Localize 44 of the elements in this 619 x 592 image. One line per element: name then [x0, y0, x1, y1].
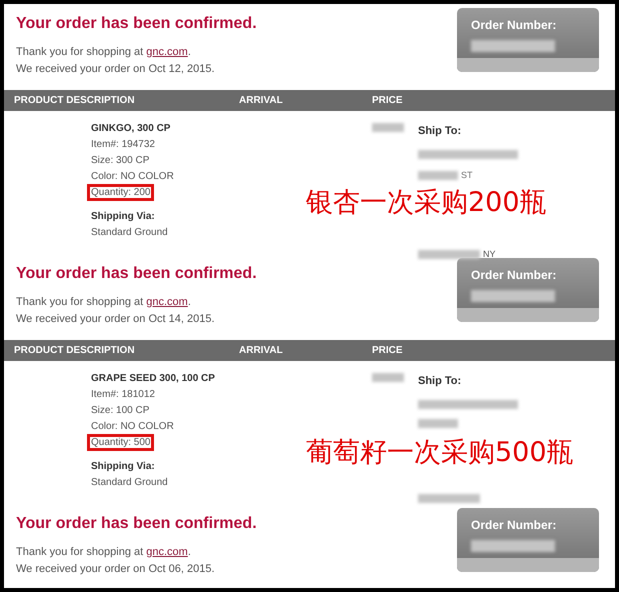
column-header: PRODUCT DESCRIPTION [13, 344, 136, 358]
store-link[interactable]: gnc.com [146, 546, 188, 558]
address-fragment: NY [483, 248, 496, 261]
thank-you-text: Thank you for shopping at gnc.com. [16, 295, 192, 310]
period-text: . [188, 46, 191, 58]
order-date-text: We received your order on Oct 06, 2015. [16, 562, 216, 577]
ship-to-label: Ship To: [418, 124, 462, 139]
shipping-via-label: Shipping Via: [91, 460, 156, 474]
shipping-via-label: Shipping Via: [91, 210, 156, 224]
column-header: ARRIVAL [239, 344, 284, 358]
annotation-text: 银杏一次采购200瓶 [306, 186, 547, 220]
annotation-text: 葡萄籽一次采购500瓶 [306, 436, 574, 470]
order-number-label: Order Number: [470, 267, 558, 284]
thank-you-text: Thank you for shopping at gnc.com. [16, 545, 192, 560]
store-link[interactable]: gnc.com [146, 296, 188, 308]
order-number-label: Order Number: [470, 17, 558, 34]
column-header: PRICE [372, 344, 403, 358]
store-link[interactable]: gnc.com [146, 46, 188, 58]
product-detail: Color: NO COLOR [91, 420, 175, 434]
confirmation-title: Your order has been confirmed. [16, 264, 257, 284]
confirmation-title: Your order has been confirmed. [16, 514, 257, 534]
column-header: PRICE [372, 94, 403, 108]
product-detail: Size: 100 CP [91, 404, 150, 418]
order-date-text: We received your order on Oct 12, 2015. [16, 62, 216, 77]
product-detail: Color: NO COLOR [91, 170, 175, 184]
product-detail: Item#: 181012 [91, 388, 156, 402]
thank-you-text: Thank you for shopping at gnc.com. [16, 45, 192, 60]
quantity-text: Quantity: 500 [90, 437, 152, 448]
quantity-text: Quantity: 200 [90, 187, 152, 198]
period-text: . [188, 296, 191, 308]
order-date-text: We received your order on Oct 14, 2015. [16, 312, 216, 327]
period-text: . [188, 546, 191, 558]
column-header: ARRIVAL [239, 94, 284, 108]
address-fragment: ST [461, 168, 473, 182]
product-detail: Size: 300 CP [91, 154, 150, 168]
shipping-method: Standard Ground [91, 476, 169, 490]
ship-to-label: Ship To: [418, 374, 462, 389]
product-detail: Item#: 194732 [91, 138, 156, 152]
shipping-method: Standard Ground [91, 226, 169, 240]
confirmation-title: Your order has been confirmed. [16, 14, 257, 34]
product-name: GRAPE SEED 300, 100 CP [91, 372, 216, 386]
order-number-label: Order Number: [470, 517, 558, 534]
product-name: GINKGO, 300 CP [91, 122, 172, 136]
column-header: PRODUCT DESCRIPTION [13, 94, 136, 108]
